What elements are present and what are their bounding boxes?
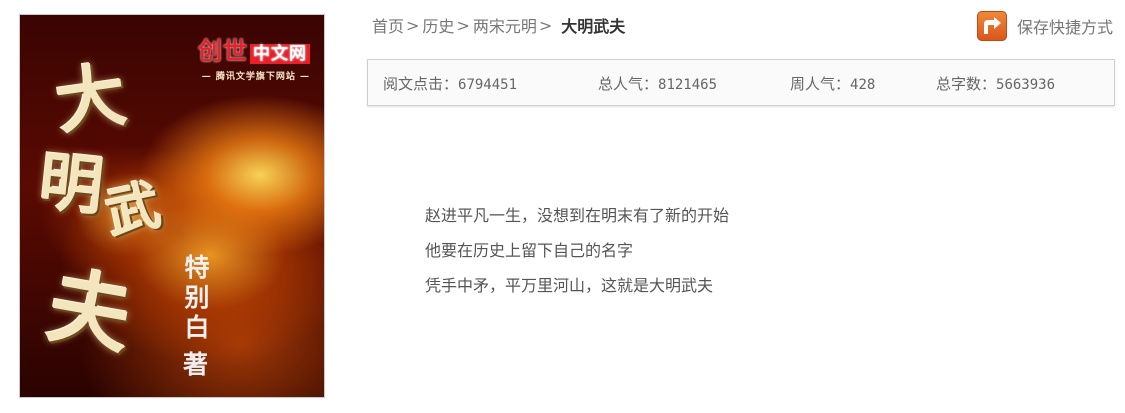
stat-word-count-value: 5663936 — [996, 77, 1056, 93]
logo-main-text: 创世 — [198, 37, 248, 65]
stat-reads-label: 阅文点击： — [383, 75, 459, 93]
shortcut-icon — [976, 11, 1007, 41]
cover-author-char: 特 — [184, 253, 210, 282]
breadcrumb-separator: > — [538, 15, 553, 35]
stat-word-count-label: 总字数： — [936, 75, 997, 93]
logo-tagline: — 腾讯文学旗下网站 — — [201, 72, 310, 82]
book-cover-image[interactable]: 创世 中文网 — 腾讯文学旗下网站 — 大 明 武 夫 特 别 白 著 — [19, 14, 325, 398]
breadcrumb-home-link[interactable]: 首页 — [372, 13, 404, 37]
breadcrumb-history-link[interactable]: 历史 — [422, 13, 454, 37]
cover-author: 特 别 白 — [180, 253, 214, 343]
logo-cn-text: 中文网 — [250, 44, 310, 64]
publisher-logo: 创世 中文网 — 腾讯文学旗下网站 — — [198, 31, 310, 82]
stat-total-popularity: 总人气：8121465 — [598, 73, 717, 94]
cover-title-char: 明 — [35, 143, 108, 226]
description-line: 凭手中矛，平万里河山，这就是大明武夫 — [425, 276, 714, 295]
stat-weekly-popularity-value: 428 — [850, 77, 876, 93]
description-line: 他要在历史上留下自己的名字 — [425, 241, 634, 260]
cover-author-char: 白 — [184, 313, 210, 342]
stat-reads-value: 6794451 — [458, 77, 518, 93]
breadcrumb: 首页 > 历史 > 两宋元明 > 大明武夫 — [372, 13, 625, 37]
stat-total-popularity-label: 总人气： — [598, 75, 659, 93]
cover-title-char: 夫 — [40, 257, 139, 367]
cover-author-suffix: 著 — [183, 350, 209, 379]
stat-word-count: 总字数：5663936 — [936, 73, 1055, 94]
stat-total-popularity-value: 8121465 — [658, 77, 718, 93]
book-stats-bar: 阅文点击：6794451 总人气：8121465 周人气：428 总字数：566… — [367, 59, 1115, 106]
stat-weekly-popularity-label: 周人气： — [790, 75, 851, 93]
description-line: 赵进平凡一生，没想到在明末有了新的开始 — [425, 206, 730, 225]
book-description: 赵进平凡一生，没想到在明末有了新的开始 他要在历史上留下自己的名字 凭手中矛，平… — [425, 198, 729, 303]
stat-weekly-popularity: 周人气：428 — [790, 73, 875, 94]
breadcrumb-separator: > — [456, 15, 470, 35]
breadcrumb-category-link[interactable]: 两宋元明 — [473, 13, 537, 37]
save-shortcut-button[interactable]: 保存快捷方式 — [976, 11, 1113, 41]
save-shortcut-label: 保存快捷方式 — [1016, 18, 1113, 37]
cover-author-char: 别 — [184, 283, 210, 312]
cover-title-char: 武 — [99, 171, 166, 246]
book-title: 大明武夫 — [561, 17, 626, 36]
stat-reads: 阅文点击：6794451 — [383, 73, 517, 94]
breadcrumb-separator: > — [406, 15, 420, 35]
